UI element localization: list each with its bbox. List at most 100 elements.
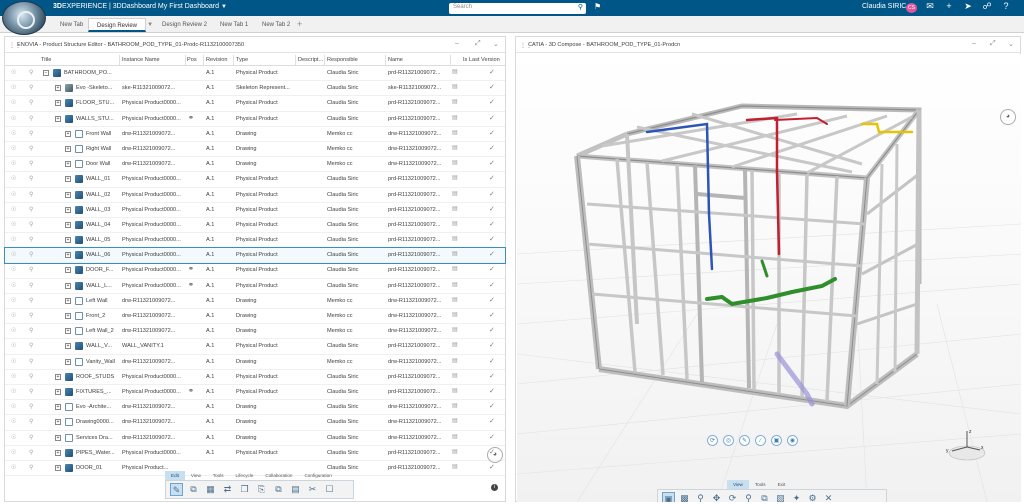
expand-icon[interactable]: + bbox=[65, 343, 71, 350]
row-title[interactable]: WALL_05 bbox=[86, 237, 118, 243]
visibility-icon[interactable]: ☉ bbox=[11, 175, 16, 182]
tab-new-tab-1[interactable]: New Tab 1 bbox=[212, 18, 256, 32]
network-icon[interactable]: ☍ bbox=[982, 1, 992, 12]
visibility-icon[interactable]: ☉ bbox=[11, 84, 16, 91]
grip-icon[interactable]: ⋮⋮ bbox=[520, 42, 532, 49]
expand-icon[interactable]: + bbox=[55, 373, 61, 380]
table-row[interactable]: ☉ ⚲ + WALL_05 Physical Product0000... A.1 Phys… bbox=[5, 233, 505, 249]
visibility-icon[interactable]: ☉ bbox=[11, 327, 16, 334]
table-row[interactable]: ☉ ⚲ + WALLS_STU... Physical Product0000... ⚭ A… bbox=[5, 112, 505, 127]
visibility-icon[interactable]: ☉ bbox=[11, 434, 16, 441]
row-title[interactable]: BATHROOM_PO... bbox=[64, 70, 118, 76]
search-icon[interactable]: ⚲ bbox=[29, 145, 33, 152]
table-row[interactable]: ☉ ⚲ + WALL_04 Physical Product0000... A.1 Phys… bbox=[5, 218, 505, 234]
expand-icon[interactable]: + bbox=[65, 313, 71, 319]
expand-icon[interactable]: + bbox=[65, 191, 71, 198]
action-tab-collaboration[interactable]: Collaboration bbox=[259, 471, 298, 480]
tab-design-review[interactable]: Design Review ▼ bbox=[88, 18, 153, 32]
table-row[interactable]: ☉ ⚲ + Services Dra... drw-R11321009072... A.1… bbox=[5, 431, 505, 446]
measure-icon[interactable]: ∕ bbox=[755, 435, 766, 446]
explode-icon[interactable]: ✦ bbox=[790, 492, 803, 502]
expand-icon[interactable]: + bbox=[55, 388, 61, 395]
minimize-icon[interactable]: – bbox=[455, 40, 459, 47]
display-icon[interactable]: ▩ bbox=[678, 492, 691, 502]
row-title[interactable]: WALL_V... bbox=[86, 343, 118, 349]
table-row[interactable]: ☉ ⚲ + Evo -Archite... drw-R11321009072... A.1… bbox=[5, 400, 505, 416]
lock-icon[interactable]: ▤ bbox=[452, 98, 458, 105]
chevron-down-icon[interactable]: ⌄ bbox=[1008, 40, 1014, 48]
expand-icon[interactable]: − bbox=[43, 70, 49, 76]
3d-viewport[interactable]: ◕ ⟳ ◎ ✎ ∕ ▣ ◉ z y x View Tools Exit ▣ ▩ ⚲ … bbox=[517, 54, 1021, 502]
image-icon[interactable]: ▣ bbox=[771, 435, 782, 446]
table-row[interactable]: ☉ ⚲ + WALL_06 Physical Product0000... A.1 Phys… bbox=[4, 247, 506, 265]
maximize-icon[interactable]: ⤢ bbox=[990, 40, 996, 48]
visibility-icon[interactable]: ☉ bbox=[11, 160, 16, 167]
search-icon[interactable]: ⚲ bbox=[29, 464, 33, 471]
row-title[interactable]: Evo -Archite... bbox=[76, 404, 118, 410]
visibility-icon[interactable]: ☉ bbox=[11, 403, 16, 410]
column-revision[interactable]: Revision bbox=[206, 57, 227, 63]
table-row[interactable]: ☉ ⚲ + Right Wall drw-R11321009072... A.1 Drawi… bbox=[5, 142, 505, 158]
lock-icon[interactable]: ▤ bbox=[452, 463, 458, 470]
action-tab-view[interactable]: View bbox=[185, 471, 207, 480]
user-name[interactable]: Claudia SIRIC bbox=[862, 3, 906, 10]
row-title[interactable]: Drawing0000... bbox=[76, 419, 118, 425]
search-icon[interactable]: ⚲ bbox=[29, 373, 33, 380]
row-title[interactable]: Right Wall bbox=[86, 146, 118, 152]
lock-icon[interactable]: ▤ bbox=[452, 448, 458, 455]
lock-icon[interactable]: ▤ bbox=[452, 83, 458, 90]
lock-icon[interactable]: ▤ bbox=[452, 326, 458, 333]
lock-icon[interactable]: ▤ bbox=[452, 296, 458, 303]
brush-icon[interactable]: ✎ bbox=[739, 435, 750, 446]
column-responsible[interactable]: Responsible bbox=[327, 57, 358, 63]
table-row[interactable]: ☉ ⚲ + Evo -Skeleto... ske-R11321009072... A.1… bbox=[5, 81, 505, 97]
maximize-icon[interactable]: ⤢ bbox=[475, 40, 481, 48]
visibility-icon[interactable]: ☉ bbox=[11, 449, 16, 456]
table-row[interactable]: ☉ ⚲ + Left Wall_2 drw-R11321009072... A.1 Draw… bbox=[5, 324, 505, 340]
tag-icon[interactable]: ⚑ bbox=[594, 2, 601, 11]
position-icon[interactable]: ⚭ bbox=[188, 114, 194, 122]
action-tab-lifecycle[interactable]: Lifecycle bbox=[230, 471, 260, 480]
add-icon[interactable]: + bbox=[944, 1, 954, 12]
column-title[interactable]: Title bbox=[41, 57, 51, 63]
row-title[interactable]: Evo -Skeleto... bbox=[76, 85, 118, 91]
insert-product-icon[interactable]: ⧉ bbox=[187, 483, 200, 496]
duplicate-icon[interactable]: ⧉ bbox=[272, 483, 285, 496]
expand-icon[interactable]: + bbox=[65, 145, 71, 152]
search-icon[interactable]: ⚲ bbox=[29, 388, 33, 395]
search-icon[interactable]: ⚲ bbox=[29, 358, 33, 365]
lock-icon[interactable]: ▤ bbox=[452, 265, 458, 272]
table-row[interactable]: ☉ ⚲ + WALL_03 Physical Product0000... A.1 Phys… bbox=[5, 203, 505, 218]
action-tab-tools[interactable]: Tools bbox=[749, 480, 772, 489]
share-icon[interactable]: ➤ bbox=[963, 1, 973, 12]
table-row[interactable]: ☉ ⚲ + Drawing0000... drw-R11321009072... A.1 D… bbox=[5, 415, 505, 431]
view-mode-icon[interactable]: ▣ bbox=[662, 492, 675, 502]
table-row[interactable]: ☉ ⚲ + FIXTURES_... Physical Product0000... ⚭ A… bbox=[5, 385, 505, 401]
row-title[interactable]: WALL_03 bbox=[86, 207, 118, 213]
target-icon[interactable]: ◎ bbox=[723, 435, 734, 446]
row-title[interactable]: ROOF_STUDS bbox=[76, 374, 118, 380]
chevron-down-icon[interactable]: ▼ bbox=[147, 22, 153, 28]
search-icon[interactable]: ⚲ bbox=[29, 434, 33, 441]
minimize-icon[interactable]: – bbox=[972, 40, 976, 47]
lock-icon[interactable]: ▤ bbox=[452, 114, 458, 121]
pan-icon[interactable]: ✥ bbox=[710, 492, 723, 502]
action-tab-configuration[interactable]: Configuration bbox=[298, 471, 337, 480]
visibility-icon[interactable]: ☉ bbox=[11, 297, 16, 304]
lock-icon[interactable]: ▤ bbox=[452, 205, 458, 212]
search-icon[interactable]: ⚲ bbox=[29, 327, 33, 334]
search-icon[interactable]: ⚲ bbox=[29, 236, 33, 243]
expand-icon[interactable]: + bbox=[65, 297, 71, 304]
table-row[interactable]: ☉ ⚲ + DOOR_F... Physical Product0000... ⚭ A.1 P… bbox=[5, 263, 505, 279]
position-icon[interactable]: ⚭ bbox=[188, 387, 194, 395]
table-row[interactable]: ☉ ⚲ + Front_2 drw-R11321009072... A.1 Drawing M… bbox=[5, 309, 505, 325]
search-icon[interactable]: ⚲ bbox=[29, 312, 33, 319]
fit-all-icon[interactable]: ⚲ bbox=[742, 492, 755, 502]
search-icon[interactable]: ⚲ bbox=[29, 403, 33, 410]
row-title[interactable]: Vanity_Wall bbox=[86, 359, 118, 365]
visibility-icon[interactable]: ☉ bbox=[11, 282, 16, 289]
row-title[interactable]: WALLS_STU... bbox=[76, 116, 118, 122]
zoom-icon[interactable]: ⚲ bbox=[694, 492, 707, 502]
search-icon[interactable]: ⚲ bbox=[29, 449, 33, 456]
search-icon[interactable]: ⚲ bbox=[29, 115, 33, 122]
